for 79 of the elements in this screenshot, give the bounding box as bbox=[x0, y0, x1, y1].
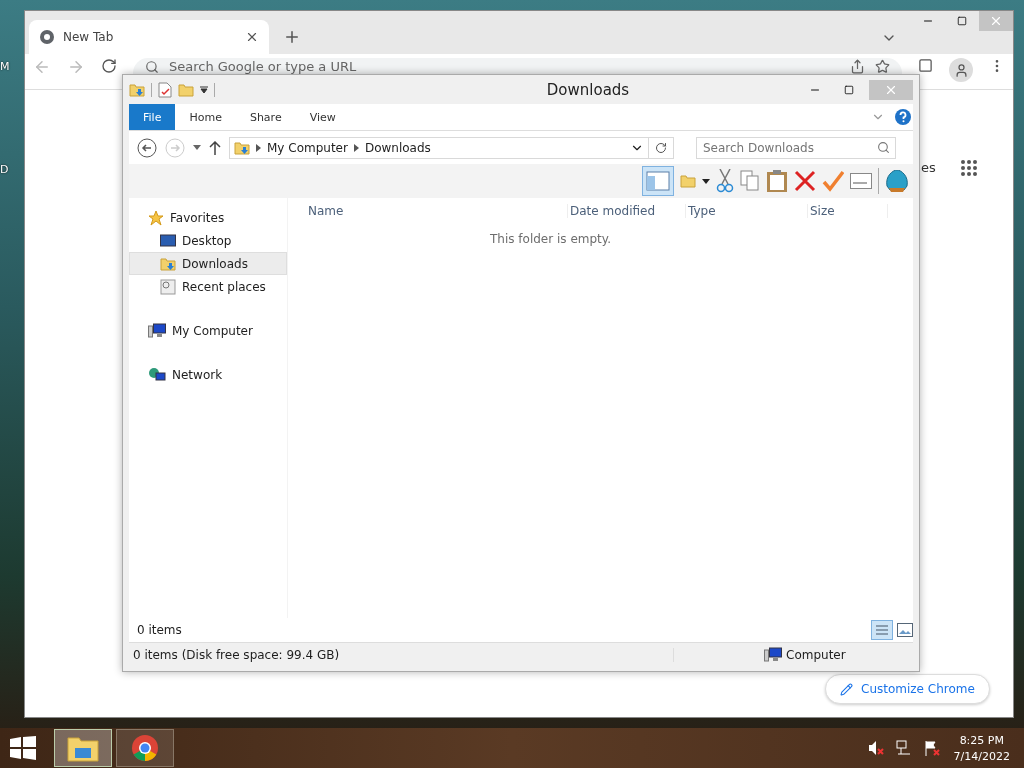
customize-chrome-label: Customize Chrome bbox=[861, 682, 975, 696]
properties-icon[interactable] bbox=[158, 81, 172, 98]
folder-download-icon bbox=[160, 255, 176, 272]
pencil-icon bbox=[840, 682, 853, 696]
ribbon-tab[interactable]: View bbox=[295, 104, 350, 130]
nav-item[interactable]: Network bbox=[129, 363, 287, 386]
status-location: Computer bbox=[786, 648, 846, 662]
folder-download-icon bbox=[129, 81, 145, 98]
column-header[interactable]: Name bbox=[306, 204, 568, 218]
status-text: 0 items (Disk free space: 99.4 GB) bbox=[129, 648, 674, 662]
share-icon[interactable] bbox=[850, 59, 865, 74]
recent-places-icon bbox=[160, 278, 176, 295]
search-icon bbox=[145, 59, 159, 74]
folder-icon bbox=[67, 734, 99, 762]
ribbon-tab[interactable]: Share bbox=[235, 104, 296, 130]
file-menu-button[interactable]: File bbox=[129, 104, 176, 130]
desktop-icon-label: M bbox=[0, 60, 10, 73]
new-folder-icon bbox=[178, 81, 194, 98]
shortcut-label[interactable]: es bbox=[921, 160, 936, 175]
profile-avatar-icon[interactable] bbox=[949, 58, 973, 82]
clock[interactable]: 8:25 PM 7/14/2022 bbox=[943, 733, 1024, 763]
customize-chrome-button[interactable]: Customize Chrome bbox=[825, 674, 990, 704]
new-tab-plus-icon[interactable] bbox=[283, 28, 301, 46]
clipboard-icon[interactable] bbox=[766, 169, 788, 193]
folder-download-icon bbox=[234, 139, 250, 156]
chrome-logo-icon bbox=[39, 29, 55, 45]
start-windows-icon[interactable] bbox=[10, 736, 36, 760]
computer-icon bbox=[148, 322, 166, 339]
scissors-icon[interactable] bbox=[716, 169, 734, 193]
column-header[interactable]: Type bbox=[686, 204, 808, 218]
refresh-button[interactable] bbox=[648, 136, 674, 159]
breadcrumb[interactable]: My Computer bbox=[267, 140, 348, 155]
search-field[interactable]: Search Downloads bbox=[696, 136, 896, 159]
ribbon-tab[interactable]: Home bbox=[175, 104, 236, 130]
maximize-icon bbox=[957, 16, 967, 26]
search-icon bbox=[877, 140, 890, 154]
close-tab-icon[interactable] bbox=[245, 30, 259, 44]
thumbnail-view-icon[interactable] bbox=[897, 623, 913, 637]
up-arrow-icon[interactable] bbox=[209, 140, 221, 155]
checkmark-icon[interactable] bbox=[822, 170, 844, 192]
dropdown-caret-icon[interactable] bbox=[200, 85, 208, 94]
breadcrumb[interactable]: Downloads bbox=[364, 140, 431, 155]
monitor-icon bbox=[160, 233, 176, 248]
back-circle-icon[interactable] bbox=[137, 137, 157, 158]
nav-item[interactable]: My Computer bbox=[129, 319, 287, 342]
dropdown-caret-icon[interactable] bbox=[702, 178, 710, 184]
maximize-icon bbox=[844, 84, 854, 95]
bookmark-star-icon[interactable] bbox=[875, 59, 890, 74]
browser-tab[interactable]: New Tab bbox=[29, 20, 269, 54]
chrome-logo-icon bbox=[131, 734, 159, 762]
help-icon[interactable] bbox=[895, 109, 911, 125]
breadcrumb-arrow-icon bbox=[256, 143, 261, 152]
file-explorer-taskbar-button[interactable] bbox=[54, 729, 112, 767]
chrome-taskbar-button[interactable] bbox=[116, 729, 174, 767]
window-title: Downloads bbox=[545, 80, 631, 99]
network-icon bbox=[148, 366, 166, 383]
nav-item[interactable]: Recent places bbox=[129, 275, 287, 298]
recent-locations-caret-icon[interactable] bbox=[193, 145, 201, 150]
network-status-icon[interactable] bbox=[895, 740, 912, 756]
desktop-icon-label: D bbox=[0, 163, 9, 176]
close-icon bbox=[989, 14, 1003, 28]
address-field[interactable]: My Computer Downloads bbox=[229, 136, 649, 159]
star-icon bbox=[148, 209, 164, 226]
breadcrumb-arrow-icon bbox=[353, 143, 359, 152]
delete-x-icon[interactable] bbox=[794, 170, 816, 192]
reload-icon[interactable] bbox=[101, 58, 117, 74]
column-header[interactable]: Size bbox=[808, 204, 888, 218]
nav-item[interactable]: Favorites bbox=[129, 206, 287, 229]
item-count: 0 items bbox=[137, 623, 183, 637]
column-header[interactable]: Date modified bbox=[568, 204, 686, 218]
side-panel-icon[interactable] bbox=[918, 58, 933, 73]
nav-item[interactable]: Downloads bbox=[129, 252, 287, 275]
apps-grid-icon[interactable] bbox=[960, 159, 978, 177]
flag-icon[interactable] bbox=[923, 740, 940, 756]
refresh-icon bbox=[655, 141, 667, 154]
empty-folder-message: This folder is empty. bbox=[490, 232, 611, 246]
computer-icon bbox=[764, 647, 782, 663]
nav-item[interactable]: Desktop bbox=[129, 229, 287, 252]
speaker-muted-icon[interactable] bbox=[867, 740, 884, 756]
